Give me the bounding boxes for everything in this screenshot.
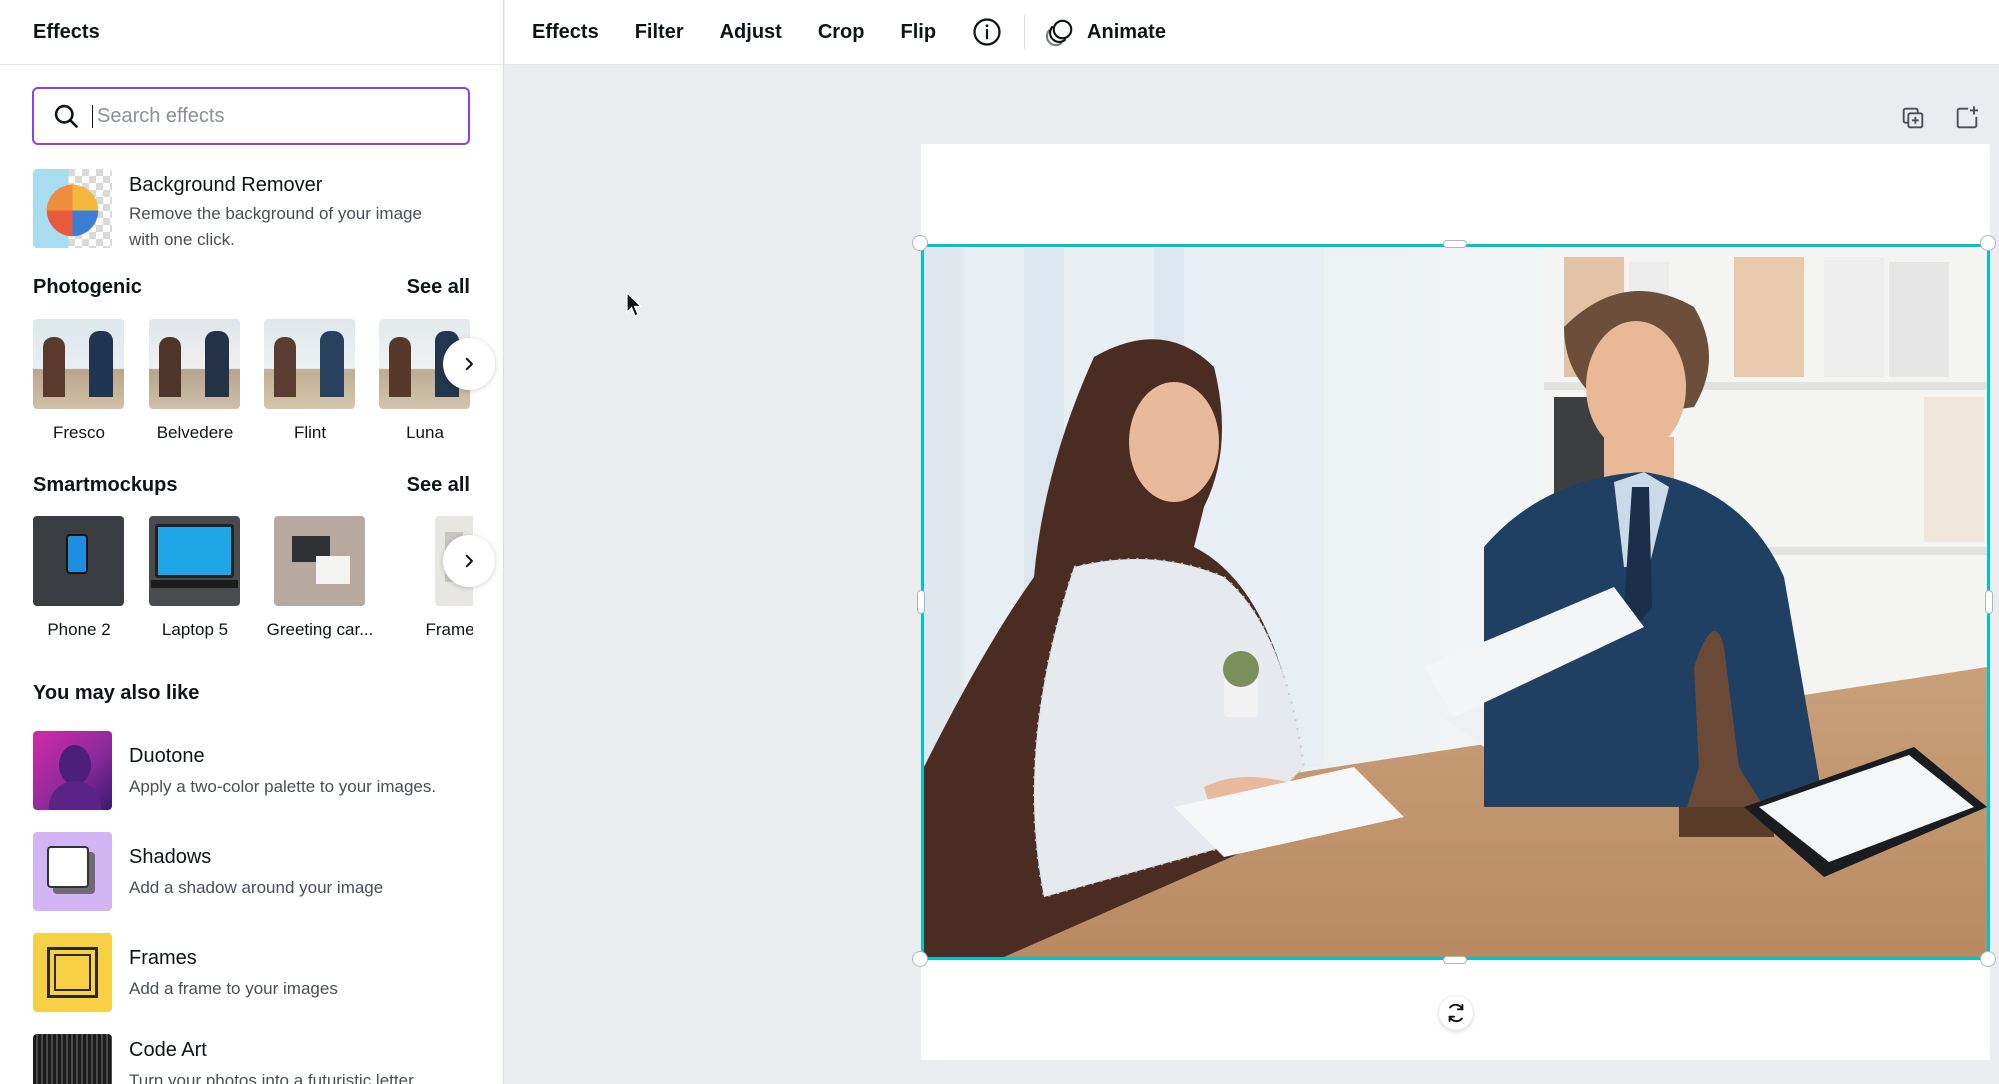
filter-thumbnail	[33, 319, 124, 409]
frames-title: Frames	[129, 947, 197, 969]
code-art-title: Code Art	[129, 1039, 207, 1061]
mockup-thumbnail	[274, 516, 365, 606]
mockup-label: Laptop 5	[161, 620, 229, 639]
duplicate-page-icon[interactable]	[1899, 104, 1927, 132]
filter-label: Flint	[293, 423, 327, 442]
animate-label: Animate	[1087, 20, 1166, 43]
background-remover-thumbnail	[33, 169, 112, 248]
resize-handle-left[interactable]	[917, 590, 925, 614]
add-page-icon[interactable]	[1953, 104, 1981, 132]
search-icon	[54, 104, 78, 128]
resize-handle-bottom-right[interactable]	[1980, 951, 1996, 967]
canvas-page-actions	[1899, 104, 1981, 132]
code-art-item[interactable]: Code Art Turn your photos into a futuris…	[33, 1034, 473, 1084]
rotate-handle[interactable]	[1439, 996, 1473, 1030]
shadows-title: Shadows	[129, 846, 212, 868]
toolbar-filter-button[interactable]: Filter	[635, 21, 684, 44]
mockup-label: Phone 2	[47, 620, 111, 639]
duotone-title: Duotone	[129, 745, 205, 767]
frames-thumbnail	[33, 933, 112, 1012]
filter-label: Fresco	[53, 423, 105, 442]
filter-thumbnail	[264, 319, 355, 409]
chevron-right-icon	[465, 554, 473, 568]
resize-handle-top[interactable]	[1443, 240, 1467, 248]
toolbar-crop-button[interactable]: Crop	[818, 21, 865, 44]
smartmockups-header: Smartmockups See all	[33, 474, 470, 497]
resize-handle-top-left[interactable]	[912, 235, 928, 251]
panel-title: Effects	[33, 20, 100, 43]
search-box[interactable]	[32, 87, 470, 145]
background-remover-title: Background Remover	[129, 174, 323, 196]
also-like-header: You may also like	[33, 682, 470, 705]
smartmockups-heading: Smartmockups	[33, 474, 178, 496]
toolbar-adjust-button[interactable]: Adjust	[720, 21, 782, 44]
smartmockups-see-all-link[interactable]: See all	[407, 474, 470, 497]
mockup-thumbnail	[149, 516, 240, 606]
smartmockups-next-button[interactable]	[443, 535, 495, 587]
mockup-thumbnail	[33, 516, 124, 606]
photogenic-heading: Photogenic	[33, 276, 142, 298]
animate-icon	[1045, 19, 1073, 47]
mockup-phone-2[interactable]: Phone 2	[33, 516, 125, 640]
resize-handle-right[interactable]	[1985, 590, 1993, 614]
filter-thumbnail	[149, 319, 240, 409]
photogenic-header: Photogenic See all	[33, 276, 470, 299]
search-input[interactable]	[92, 104, 452, 128]
resize-handle-top-right[interactable]	[1980, 235, 1996, 251]
background-remover-description: Remove the background of your image with…	[129, 204, 422, 249]
office-meeting-photo	[924, 247, 1987, 957]
rotate-icon	[1448, 1003, 1464, 1023]
toolbar-effects-button[interactable]: Effects	[532, 21, 599, 44]
filter-label: Belvedere	[156, 423, 234, 442]
filter-flint[interactable]: Flint	[264, 319, 356, 443]
duotone-description: Apply a two-color palette to your images…	[129, 777, 437, 796]
smartmockups-carousel: Phone 2 Laptop 5 Greeting car... Frame	[33, 516, 473, 646]
resize-handle-bottom[interactable]	[1443, 956, 1467, 964]
mockup-greeting-card[interactable]: Greeting car...	[262, 516, 378, 640]
code-art-thumbnail	[33, 1034, 112, 1084]
mockup-label: Greeting car...	[266, 620, 374, 639]
duotone-item[interactable]: Duotone Apply a two-color palette to you…	[33, 731, 473, 810]
filter-fresco[interactable]: Fresco	[33, 319, 125, 443]
mockup-label: Frame	[425, 620, 473, 639]
code-art-description: Turn your photos into a futuristic lette…	[129, 1071, 414, 1084]
image-toolbar: Effects Filter Adjust Crop Flip Animate	[505, 0, 1999, 65]
duotone-thumbnail	[33, 731, 112, 810]
photogenic-see-all-link[interactable]: See all	[407, 276, 470, 299]
toolbar-animate-button[interactable]: Animate	[1045, 17, 1166, 47]
mouse-cursor-icon	[626, 292, 643, 317]
info-icon[interactable]	[972, 17, 1002, 47]
frames-item[interactable]: Frames Add a frame to your images	[33, 933, 473, 1012]
shadows-description: Add a shadow around your image	[129, 878, 384, 897]
shadows-item[interactable]: Shadows Add a shadow around your image	[33, 832, 473, 911]
chevron-right-icon	[465, 357, 473, 371]
photogenic-next-button[interactable]	[443, 338, 495, 390]
effects-panel: Effects Background Remover Remove the ba…	[0, 0, 504, 1084]
photogenic-carousel: Fresco Belvedere Flint Luna	[33, 319, 473, 449]
shadows-thumbnail	[33, 832, 112, 911]
frames-description: Add a frame to your images	[129, 979, 338, 998]
mockup-laptop-5[interactable]: Laptop 5	[149, 516, 241, 640]
toolbar-separator	[1024, 15, 1026, 49]
resize-handle-bottom-left[interactable]	[912, 951, 928, 967]
selected-photo[interactable]	[921, 244, 1990, 960]
also-like-heading: You may also like	[33, 682, 200, 704]
filter-belvedere[interactable]: Belvedere	[149, 319, 241, 443]
toolbar-flip-button[interactable]: Flip	[901, 21, 937, 44]
panel-header: Effects	[0, 0, 503, 65]
background-remover-item[interactable]: Background Remover Remove the background…	[33, 169, 473, 253]
filter-label: Luna	[406, 423, 444, 442]
